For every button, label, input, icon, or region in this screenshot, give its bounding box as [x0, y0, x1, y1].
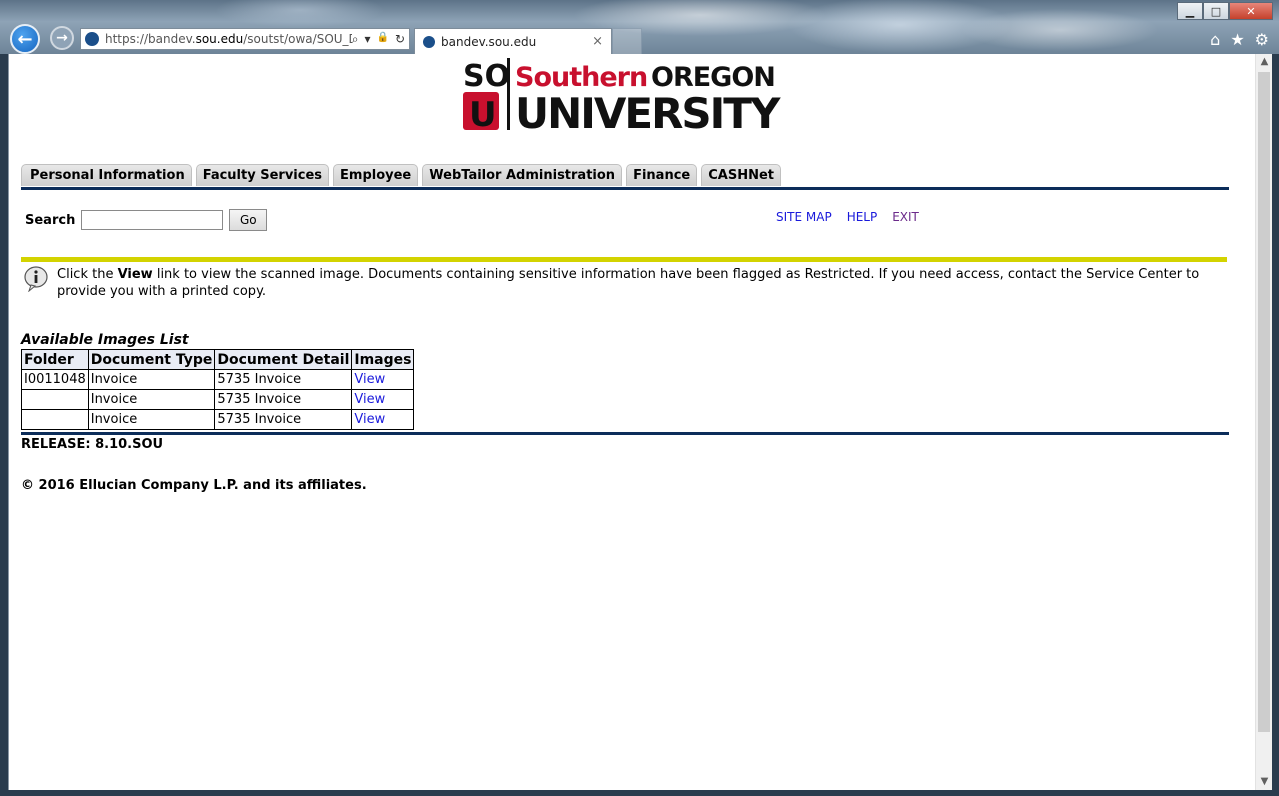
info-text: Click the View link to view the scanned … — [57, 266, 1223, 300]
new-tab-button[interactable] — [612, 28, 642, 54]
go-button[interactable]: Go — [229, 209, 268, 231]
release-text: RELEASE: 8.10.SOU — [21, 437, 164, 452]
tab-close-icon[interactable]: × — [592, 34, 603, 49]
column-header-folder: Folder — [21, 349, 89, 370]
info-divider — [21, 257, 1227, 262]
tab-faculty-services[interactable]: Faculty Services — [195, 164, 330, 186]
tab-title: bandev.sou.edu — [441, 34, 537, 49]
info-icon — [24, 266, 48, 292]
cell-document-type: Invoice — [87, 369, 216, 390]
footer-divider — [21, 432, 1229, 435]
info-text-post: link to view the scanned image. Document… — [57, 267, 1200, 299]
cell-document-detail: 5735 Invoice — [214, 389, 353, 410]
tab-cashnet[interactable]: CASHNet — [701, 164, 781, 186]
exit-link[interactable]: EXIT — [892, 210, 919, 224]
site-favicon-icon — [85, 32, 99, 46]
search-input[interactable] — [81, 210, 224, 230]
tab-webtailor-administration[interactable]: WebTailor Administration — [422, 164, 623, 186]
address-tools: ⌕ ▾ 🔒 ↻ — [352, 32, 409, 47]
minimize-button[interactable]: ▁ — [1177, 2, 1203, 20]
tools-icon[interactable]: ⚙ — [1255, 30, 1269, 49]
view-link[interactable]: View — [354, 392, 385, 407]
page-viewport: SO U Southern OREGON UNIVERSITY Personal… — [8, 54, 1272, 790]
dropdown-icon[interactable]: ▾ — [364, 32, 370, 47]
cell-images: View — [351, 409, 415, 430]
home-icon[interactable]: ⌂ — [1210, 30, 1220, 49]
logo-divider — [507, 58, 510, 130]
cell-document-type: Invoice — [87, 409, 216, 430]
vertical-scrollbar[interactable]: ▲ ▼ — [1255, 54, 1272, 790]
tab-favicon-icon — [423, 35, 435, 48]
back-button[interactable]: ← — [10, 24, 40, 54]
top-links: SITE MAP HELP EXIT — [776, 210, 919, 224]
favorites-icon[interactable]: ★ — [1230, 30, 1244, 49]
address-url: https://bandev.sou.edu/soutst/owa/SOU_Dc — [105, 32, 352, 46]
cell-document-type: Invoice — [87, 389, 216, 410]
browser-tab[interactable]: bandev.sou.edu × — [414, 28, 612, 54]
tab-employee[interactable]: Employee — [333, 164, 419, 186]
info-message: Click the View link to view the scanned … — [23, 266, 1223, 300]
table-row: Invoice 5735 Invoice View — [21, 389, 415, 410]
cell-folder — [21, 409, 89, 430]
scroll-thumb[interactable] — [1258, 72, 1270, 732]
refresh-icon[interactable]: ↻ — [395, 32, 405, 47]
logo-word-university: UNIVERSITY — [515, 89, 781, 132]
site-map-link[interactable]: SITE MAP — [776, 210, 832, 224]
nav-divider — [21, 187, 1229, 190]
help-link[interactable]: HELP — [847, 210, 878, 224]
column-header-document-type: Document Type — [87, 349, 216, 370]
cell-document-detail: 5735 Invoice — [214, 369, 353, 390]
lock-icon[interactable]: 🔒 — [376, 32, 388, 47]
column-header-images: Images — [351, 349, 415, 370]
cell-folder — [21, 389, 89, 410]
browser-toolbar-icons: ⌂ ★ ⚙ — [1210, 30, 1269, 49]
window-controls: ▁ □ ✕ — [1177, 2, 1273, 20]
search-label: Search — [25, 212, 76, 228]
view-link[interactable]: View — [354, 412, 385, 427]
view-link[interactable]: View — [354, 372, 385, 387]
tab-finance[interactable]: Finance — [626, 164, 698, 186]
table-row: Invoice 5735 Invoice View — [21, 409, 415, 430]
search-icon[interactable]: ⌕ — [352, 32, 359, 47]
scroll-down-icon[interactable]: ▼ — [1256, 774, 1272, 790]
table-row: I0011048 Invoice 5735 Invoice View — [21, 369, 415, 390]
images-table: Folder Document Type Document Detail Ima… — [21, 349, 415, 430]
close-window-button[interactable]: ✕ — [1229, 2, 1273, 20]
column-header-document-detail: Document Detail — [214, 349, 353, 370]
table-header-row: Folder Document Type Document Detail Ima… — [21, 349, 415, 370]
cell-images: View — [351, 369, 415, 390]
forward-button[interactable]: → — [50, 26, 74, 50]
window-frame-bottom — [0, 790, 1279, 796]
search-area: Search Go — [25, 209, 268, 231]
info-text-pre: Click the — [57, 267, 118, 282]
browser-chrome: ▁ □ ✕ ← → https://bandev.sou.edu/soutst/… — [0, 0, 1279, 54]
maximize-button[interactable]: □ — [1203, 2, 1229, 20]
images-list-title: Available Images List — [21, 332, 189, 348]
sou-logo: SO U Southern OREGON UNIVERSITY — [461, 56, 807, 132]
address-bar[interactable]: https://bandev.sou.edu/soutst/owa/SOU_Dc… — [80, 28, 410, 50]
logo-mono-bottom: U — [469, 95, 497, 132]
logo-mono-top: SO — [463, 59, 510, 94]
info-text-bold: View — [117, 267, 153, 282]
cell-document-detail: 5735 Invoice — [214, 409, 353, 430]
cell-folder: I0011048 — [21, 369, 89, 390]
tab-personal-information[interactable]: Personal Information — [21, 164, 192, 186]
main-nav-tabs: Personal Information Faculty Services Em… — [21, 164, 781, 186]
copyright-text: © 2016 Ellucian Company L.P. and its aff… — [21, 478, 367, 493]
scroll-up-icon[interactable]: ▲ — [1256, 54, 1272, 70]
cell-images: View — [351, 389, 415, 410]
